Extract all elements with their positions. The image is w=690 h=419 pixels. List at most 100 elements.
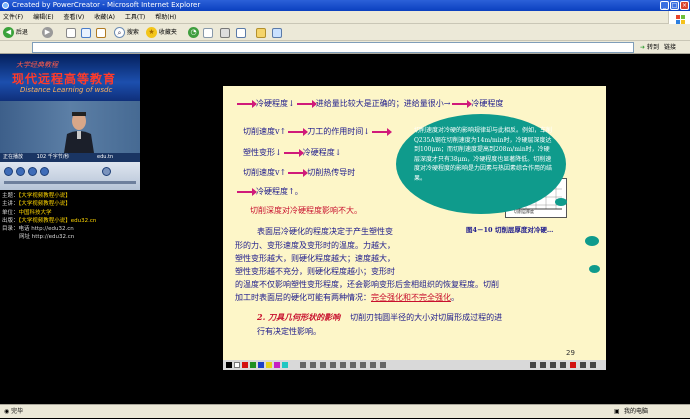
callout-tail: [585, 236, 599, 246]
annotation-toolbar: [223, 360, 606, 370]
callout-bubble: 切削速度对冷硬的影响规律却与此相反。例如，车削Q235A钢在切削速度为14m/m…: [396, 114, 566, 214]
info-row: 主题：【大学视频教程小说】: [2, 193, 71, 199]
menu-file[interactable]: 文件(F): [3, 14, 23, 21]
eraser-tool-icon[interactable]: [350, 362, 356, 368]
minimize-button[interactable]: _: [660, 1, 669, 10]
forward-button[interactable]: ▶: [42, 26, 53, 39]
print-icon: [220, 27, 230, 38]
mail-button[interactable]: [203, 26, 213, 39]
pause-button[interactable]: [4, 167, 13, 176]
arrow-icon: [371, 128, 392, 136]
refresh-icon: [81, 27, 91, 38]
lecturer-figure: [64, 112, 94, 153]
messenger-button[interactable]: [272, 26, 282, 39]
arrow-icon: [288, 128, 309, 136]
refresh-button[interactable]: [81, 26, 91, 39]
back-arrow-icon: ◀: [3, 27, 14, 38]
links-button[interactable]: 链接: [664, 42, 676, 53]
history-icon: ◔: [188, 27, 199, 38]
home-icon: [96, 27, 106, 38]
folder-icon: [256, 27, 266, 38]
fast-forward-button[interactable]: [40, 167, 49, 176]
seek-bar[interactable]: [4, 181, 136, 184]
first-slide-icon[interactable]: [550, 362, 556, 368]
volume-icon[interactable]: [102, 167, 111, 176]
status-text: 完毕: [11, 408, 24, 415]
slide-para-2: 形的力、变形速度及变形时的温度。力越大，: [235, 241, 395, 250]
folder-button[interactable]: [256, 26, 266, 39]
go-button[interactable]: ➜ 转到: [640, 42, 659, 53]
info-row: 主讲：【大学视频教程小说】: [2, 201, 71, 208]
menu-tools[interactable]: 工具(T): [125, 14, 145, 21]
info-row: 目录：电话 http://edu32.cn: [2, 226, 74, 233]
arrow-icon: [452, 100, 473, 108]
callout-tail: [589, 265, 600, 273]
last-slide-icon[interactable]: [560, 362, 566, 368]
menu-help[interactable]: 帮助(H): [155, 14, 176, 21]
messenger-icon: [272, 27, 282, 38]
info-row: 单位：中国科技大学: [2, 209, 52, 216]
menu-bar: 文件(F) 编辑(E) 查看(V) 收藏(A) 工具(T) 帮助(H): [0, 11, 690, 24]
color-swatch[interactable]: [266, 362, 272, 368]
forward-arrow-icon: ▶: [42, 27, 53, 38]
slide-line-4: 切削速度v↑ 切削热传导时: [243, 168, 356, 177]
maximize-button[interactable]: □: [670, 1, 679, 10]
stop-icon: [66, 27, 76, 38]
slide-para-5: 的温度不仅影响塑性变形程度，还会影响变形后金相组织的恢复程度。切削: [235, 280, 499, 289]
close-button[interactable]: ×: [680, 1, 689, 10]
zone-text: 我的电脑: [624, 408, 649, 415]
undo-icon[interactable]: [360, 362, 366, 368]
edit-icon: [236, 27, 246, 38]
rect-tool-icon[interactable]: [320, 362, 326, 368]
video-caption: 正在播放 102 千字节/秒 edu.tn: [0, 153, 140, 162]
rewind-button[interactable]: [28, 167, 37, 176]
arrow-icon: [296, 100, 317, 108]
ellipse-tool-icon[interactable]: [330, 362, 336, 368]
history-button[interactable]: ◔: [188, 26, 199, 39]
stop-button-player[interactable]: [16, 167, 25, 176]
slide-line-3: 塑性变形↓ 冷硬程度↓: [243, 148, 342, 157]
menu-edit[interactable]: 编辑(E): [33, 14, 53, 21]
star-icon: ★: [146, 27, 157, 38]
ie-icon: [2, 2, 9, 9]
favorites-button[interactable]: ★ 收藏夹: [146, 26, 177, 39]
slide-line-6: 切削深度对冷硬程度影响不大。: [250, 206, 362, 215]
color-swatch[interactable]: [234, 362, 240, 368]
go-arrow-icon: ➜: [640, 44, 646, 51]
color-swatch[interactable]: [282, 362, 288, 368]
clear-icon[interactable]: [380, 362, 386, 368]
search-icon: ⌕: [114, 27, 125, 38]
address-input[interactable]: [32, 42, 634, 53]
redo-icon[interactable]: [370, 362, 376, 368]
color-swatch[interactable]: [258, 362, 264, 368]
prev-slide-icon[interactable]: [530, 362, 536, 368]
stop-button[interactable]: [66, 26, 76, 39]
status-bar: ◉ 完毕 ▣ 我的电脑: [0, 404, 690, 418]
window-title: Created by PowerCreator - Microsoft Inte…: [12, 1, 201, 9]
search-button[interactable]: ⌕ 搜索: [114, 26, 139, 39]
arrow-icon: [283, 149, 304, 157]
edit-button[interactable]: [236, 26, 246, 39]
menu-icon[interactable]: [580, 362, 586, 368]
color-swatch[interactable]: [274, 362, 280, 368]
text-tool-icon[interactable]: [340, 362, 346, 368]
menu-favorites[interactable]: 收藏(A): [94, 14, 115, 21]
back-button[interactable]: ◀ 后退: [3, 26, 28, 39]
print-button[interactable]: [220, 26, 230, 39]
slide-para-3: 塑性变形越大，则硬化程度越大；速度越大，: [235, 254, 395, 263]
arrow-icon: [237, 188, 257, 196]
color-swatch[interactable]: [226, 362, 232, 368]
color-swatch[interactable]: [250, 362, 256, 368]
next-slide-icon[interactable]: [540, 362, 546, 368]
pen-tool-icon[interactable]: [300, 362, 306, 368]
info-row: 出版：【大学视频教程小说】edu32.cn: [2, 217, 97, 224]
stop-show-icon[interactable]: [570, 362, 576, 368]
menu-view[interactable]: 查看(V): [63, 14, 84, 21]
color-swatch[interactable]: [242, 362, 248, 368]
line-tool-icon[interactable]: [310, 362, 316, 368]
info-row: 网址 http://edu32.cn: [19, 234, 75, 241]
home-button[interactable]: [96, 26, 106, 39]
slide-line-1: 冷硬程度↓ 进给量比较大是正确的；进给量很小→ 冷硬程度: [235, 98, 503, 109]
settings-icon[interactable]: [590, 362, 596, 368]
course-info: 主题：【大学视频教程小说】 主讲：【大学视频教程小说】 单位：中国科技大学 出版…: [2, 192, 140, 242]
